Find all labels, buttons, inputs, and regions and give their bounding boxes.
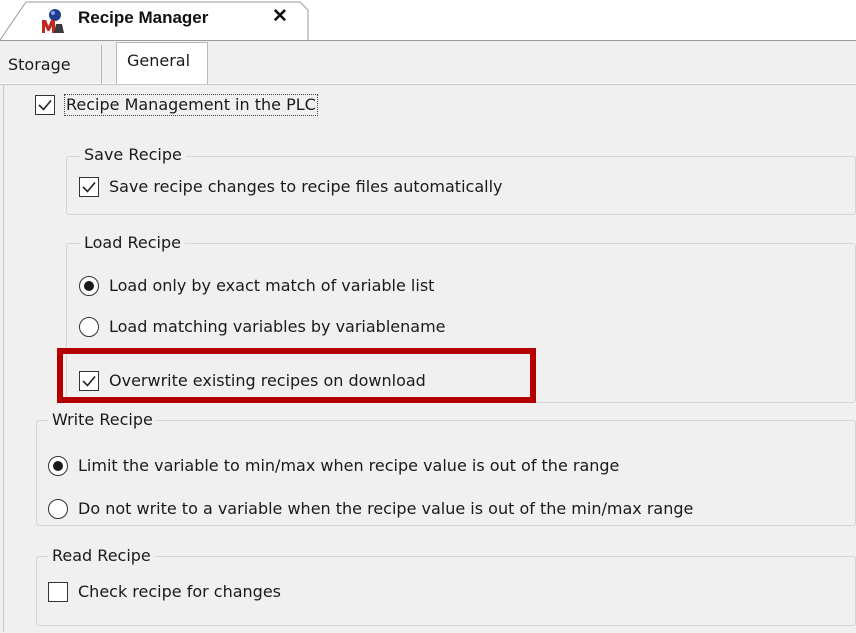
auto-save-label: Save recipe changes to recipe files auto… [109, 177, 503, 196]
load-recipe-title: Load Recipe [80, 233, 185, 253]
skip-out-of-range-radio[interactable] [48, 499, 68, 519]
save-recipe-title: Save Recipe [80, 145, 186, 165]
plc-management-checkbox[interactable] [35, 95, 55, 115]
radio-selected-dot [53, 461, 63, 471]
highlight-annotation [57, 348, 536, 403]
plc-management-label[interactable]: Recipe Management in the PLC [64, 94, 318, 116]
recipe-manager-icon [40, 8, 66, 34]
limit-min-max-label: Limit the variable to min/max when recip… [78, 456, 620, 475]
load-matching-name-radio[interactable] [79, 317, 99, 337]
tab-storage[interactable]: Storage [0, 45, 102, 85]
check-changes-checkbox[interactable] [48, 582, 68, 602]
tab-general[interactable]: General [116, 42, 208, 86]
auto-save-checkbox[interactable] [79, 177, 99, 197]
checkmark-icon [38, 99, 52, 111]
read-recipe-title: Read Recipe [48, 546, 155, 566]
document-tab-title: Recipe Manager [78, 8, 209, 27]
skip-out-of-range-label: Do not write to a variable when the reci… [78, 499, 694, 518]
check-changes-label: Check recipe for changes [78, 582, 282, 601]
checkmark-icon [82, 181, 96, 193]
load-exact-match-label: Load only by exact match of variable lis… [109, 276, 435, 295]
limit-min-max-radio[interactable] [48, 456, 68, 476]
load-exact-match-radio[interactable] [79, 276, 99, 296]
load-matching-name-label: Load matching variables by variablename [109, 317, 446, 336]
close-tab-icon[interactable]: ✕ [272, 7, 288, 27]
document-tab[interactable]: Recipe Manager ✕ [0, 0, 310, 41]
write-recipe-title: Write Recipe [48, 410, 157, 430]
radio-selected-dot [84, 281, 94, 291]
panel-left-border [3, 84, 4, 632]
